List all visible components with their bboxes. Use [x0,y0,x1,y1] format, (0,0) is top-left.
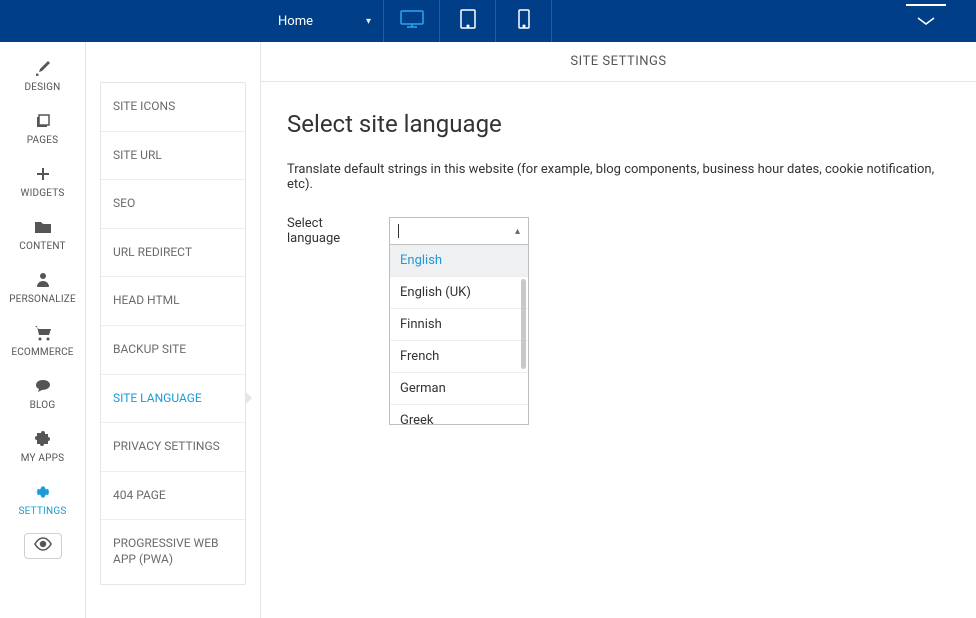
chevron-up-icon: ▴ [515,226,520,237]
rail-item-myapps[interactable]: MY APPS [0,421,85,474]
device-tab-mobile[interactable] [496,0,552,42]
gear-icon [35,482,51,502]
rail-label: MY APPS [21,453,65,464]
sub-item-pwa[interactable]: PROGRESSIVE WEB APP (PWA) [101,520,245,583]
puzzle-icon [35,429,51,449]
plus-icon [35,164,51,184]
device-tab-tablet[interactable] [440,0,496,42]
device-tabs [384,0,552,42]
page-selector[interactable]: Home ▾ [266,0,384,42]
language-dropdown: English English (UK) Finnish French Germ… [389,245,529,425]
rail-label: BLOG [30,400,56,411]
language-select[interactable]: ▴ [389,217,529,245]
sub-item-backup-site[interactable]: BACKUP SITE [101,326,245,375]
main-body: Select site language Translate default s… [261,82,976,274]
sub-item-privacy-settings[interactable]: PRIVACY SETTINGS [101,423,245,472]
language-select-wrap: ▴ English English (UK) Finnish French Ge… [389,217,529,245]
rail-item-pages[interactable]: PAGES [0,103,85,156]
expand-toggle[interactable] [906,0,946,42]
person-icon [36,270,50,290]
folder-icon [34,217,52,237]
rail-label: PERSONALIZE [9,294,76,305]
page-description: Translate default strings in this websit… [287,162,950,192]
rail-item-blog[interactable]: BLOG [0,368,85,421]
pages-icon [35,111,51,131]
dropdown-option-greek[interactable]: Greek [390,405,528,425]
rail-item-ecommerce[interactable]: ECOMMERCE [0,315,85,368]
rail-label: WIDGETS [21,188,65,199]
sub-item-url-redirect[interactable]: URL REDIRECT [101,229,245,278]
chevron-down-icon: ▾ [366,16,371,27]
sub-item-seo[interactable]: SEO [101,180,245,229]
left-rail: DESIGN PAGES WIDGETS CONTENT PERSONALIZE… [0,42,86,618]
rail-item-personalize[interactable]: PERSONALIZE [0,262,85,315]
rail-label: CONTENT [19,241,65,252]
dropdown-option-finnish[interactable]: Finnish [390,309,528,341]
brush-icon [34,58,52,78]
preview-button[interactable] [24,533,62,559]
rail-label: DESIGN [24,82,60,93]
rail-item-settings[interactable]: SETTINGS [0,474,85,527]
sub-item-404-page[interactable]: 404 PAGE [101,472,245,521]
chat-icon [35,376,51,396]
dropdown-option-english-uk[interactable]: English (UK) [390,277,528,309]
eye-icon [33,537,53,555]
chevron-down-icon [914,15,938,27]
rail-label: SETTINGS [19,506,67,517]
dropdown-option-english[interactable]: English [390,245,528,277]
cart-icon [34,323,52,343]
language-field-label: Select language [287,216,379,246]
mobile-icon [518,9,530,33]
device-tab-desktop[interactable] [384,0,440,42]
main-header-title: SITE SETTINGS [570,54,666,69]
main-content: SITE SETTINGS Select site language Trans… [260,42,976,618]
dropdown-scrollbar[interactable] [521,279,526,369]
dropdown-option-german[interactable]: German [390,373,528,405]
sub-item-head-html[interactable]: HEAD HTML [101,277,245,326]
tablet-icon [460,9,476,33]
dropdown-option-french[interactable]: French [390,341,528,373]
topbar: Home ▾ [0,0,976,42]
sub-item-site-language[interactable]: SITE LANGUAGE [101,375,245,424]
rail-item-content[interactable]: CONTENT [0,209,85,262]
rail-item-design[interactable]: DESIGN [0,50,85,103]
rail-label: PAGES [27,135,59,146]
sub-item-site-url[interactable]: SITE URL [101,132,245,181]
page-title: Select site language [287,110,950,138]
sub-item-site-icons[interactable]: SITE ICONS [101,83,245,132]
desktop-icon [400,10,424,32]
language-field-row: Select language ▴ English English (UK) F… [287,216,950,246]
page-selector-label: Home [278,14,313,29]
settings-submenu: SITE ICONS SITE URL SEO URL REDIRECT HEA… [100,82,246,585]
main-header: SITE SETTINGS [261,42,976,82]
rail-item-widgets[interactable]: WIDGETS [0,156,85,209]
text-cursor [398,224,399,238]
rail-label: ECOMMERCE [11,347,73,358]
